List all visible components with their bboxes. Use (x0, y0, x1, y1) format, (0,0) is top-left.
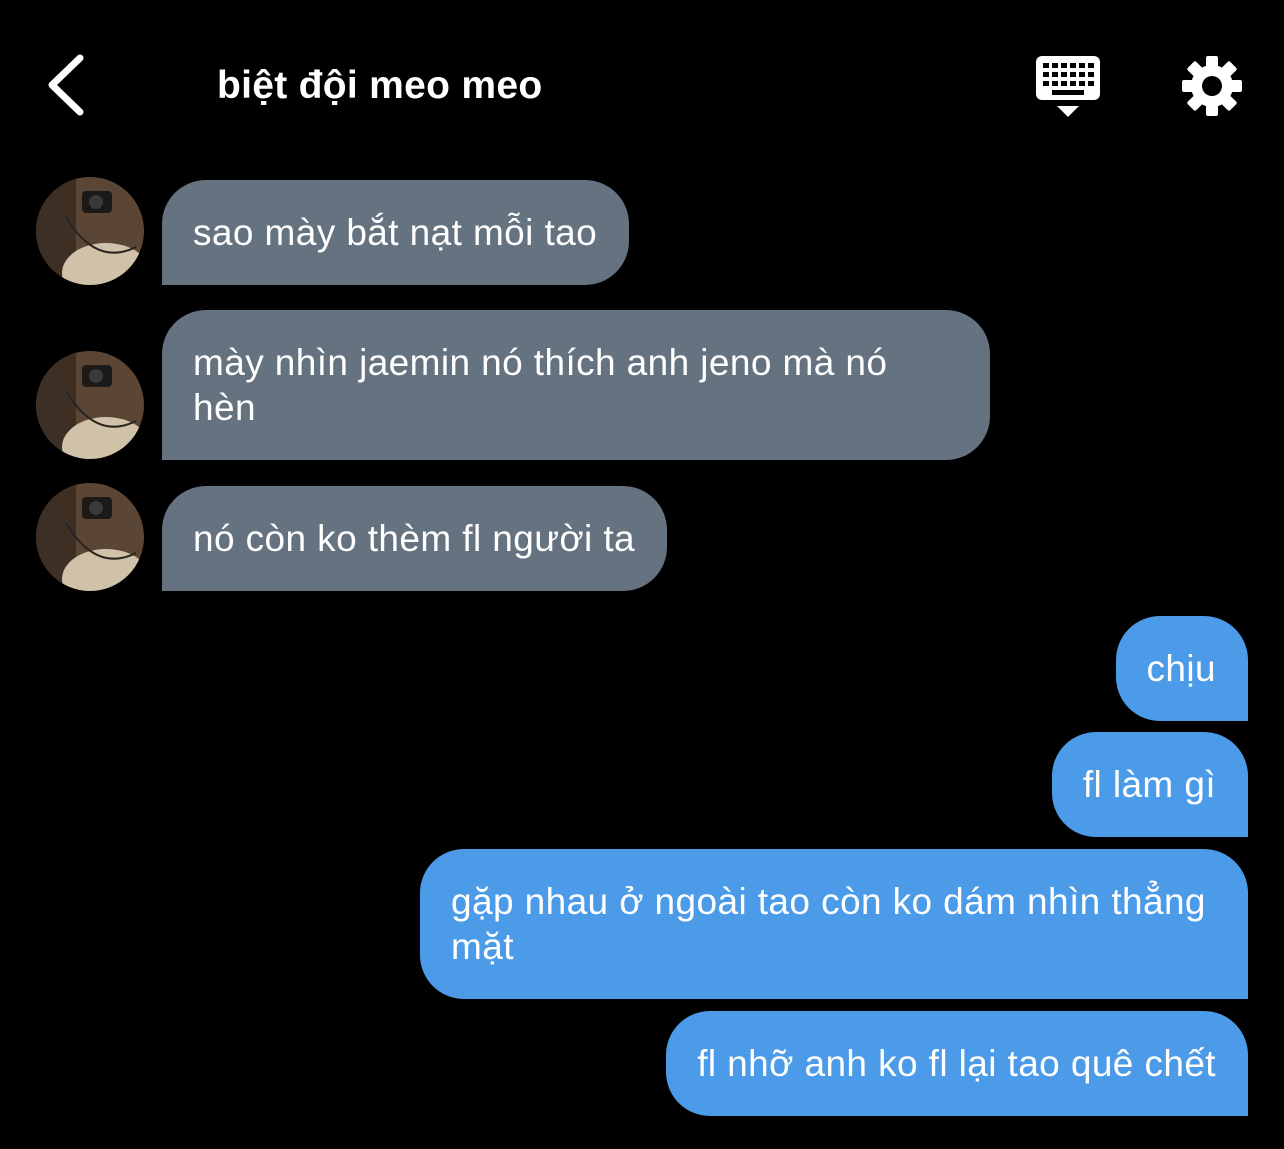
message-bubble-outgoing[interactable]: fl nhỡ anh ko fl lại tao quê chết (666, 1011, 1248, 1116)
message-bubble-outgoing[interactable]: chịu (1115, 616, 1248, 721)
message-bubble-outgoing[interactable]: gặp nhau ở ngoài tao còn ko dám nhìn thẳ… (420, 849, 1248, 999)
avatar[interactable] (36, 351, 144, 459)
message-bubble-incoming[interactable]: mày nhìn jaemin nó thích anh jeno mà nó … (162, 310, 990, 460)
message-bubble-outgoing[interactable]: fl làm gì (1051, 732, 1248, 837)
avatar[interactable] (36, 483, 144, 591)
message-bubble-incoming[interactable]: nó còn ko thèm fl người ta (162, 486, 667, 591)
message-bubble-incoming[interactable]: sao mày bắt nạt mỗi tao (162, 180, 630, 285)
avatar[interactable] (36, 177, 144, 285)
message-list: sao mày bắt nạt mỗi tao mày nhìn jaemin … (0, 0, 1284, 1149)
